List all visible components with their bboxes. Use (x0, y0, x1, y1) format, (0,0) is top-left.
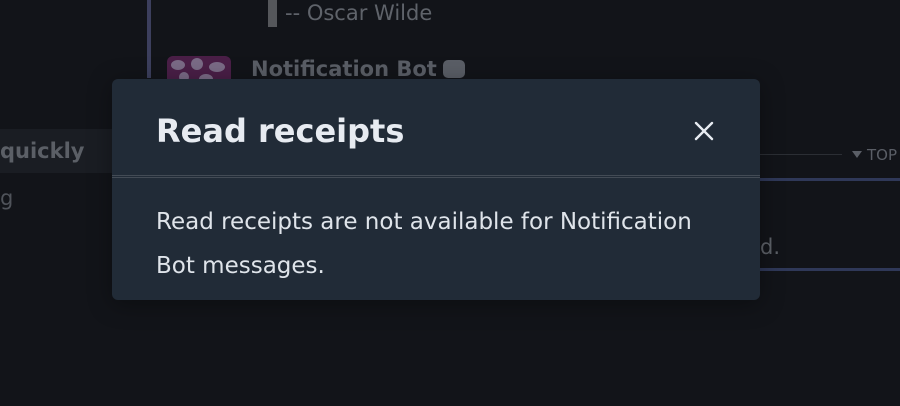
robot-icon (442, 60, 465, 78)
close-icon (694, 121, 714, 141)
close-button[interactable] (686, 113, 722, 149)
compose-text: d. (760, 235, 781, 259)
modal-body: Read receipts are not available for Noti… (156, 209, 692, 279)
compose-border (740, 268, 900, 271)
sidebar-item-label: g (0, 186, 14, 210)
modal-divider (112, 175, 760, 178)
modal-header: Read receipts (112, 79, 760, 177)
app-root: -- Oscar Wilde Notification Bot quickly … (0, 0, 900, 406)
topic-label: TOP (867, 146, 898, 164)
message-sender-name: Notification Bot (251, 57, 437, 81)
caret-down-icon (852, 151, 862, 158)
blockquote-bar (268, 0, 277, 27)
quote-attribution: -- Oscar Wilde (285, 1, 433, 25)
sidebar-item-label: quickly (0, 139, 85, 163)
topic-divider (760, 154, 842, 155)
message-list-divider (147, 0, 151, 78)
topic-selector[interactable]: TOP (852, 144, 897, 166)
modal-title: Read receipts (156, 112, 405, 150)
compose-border (760, 178, 900, 181)
read-receipts-modal: Read receipts Read receipts are not avai… (112, 79, 760, 300)
